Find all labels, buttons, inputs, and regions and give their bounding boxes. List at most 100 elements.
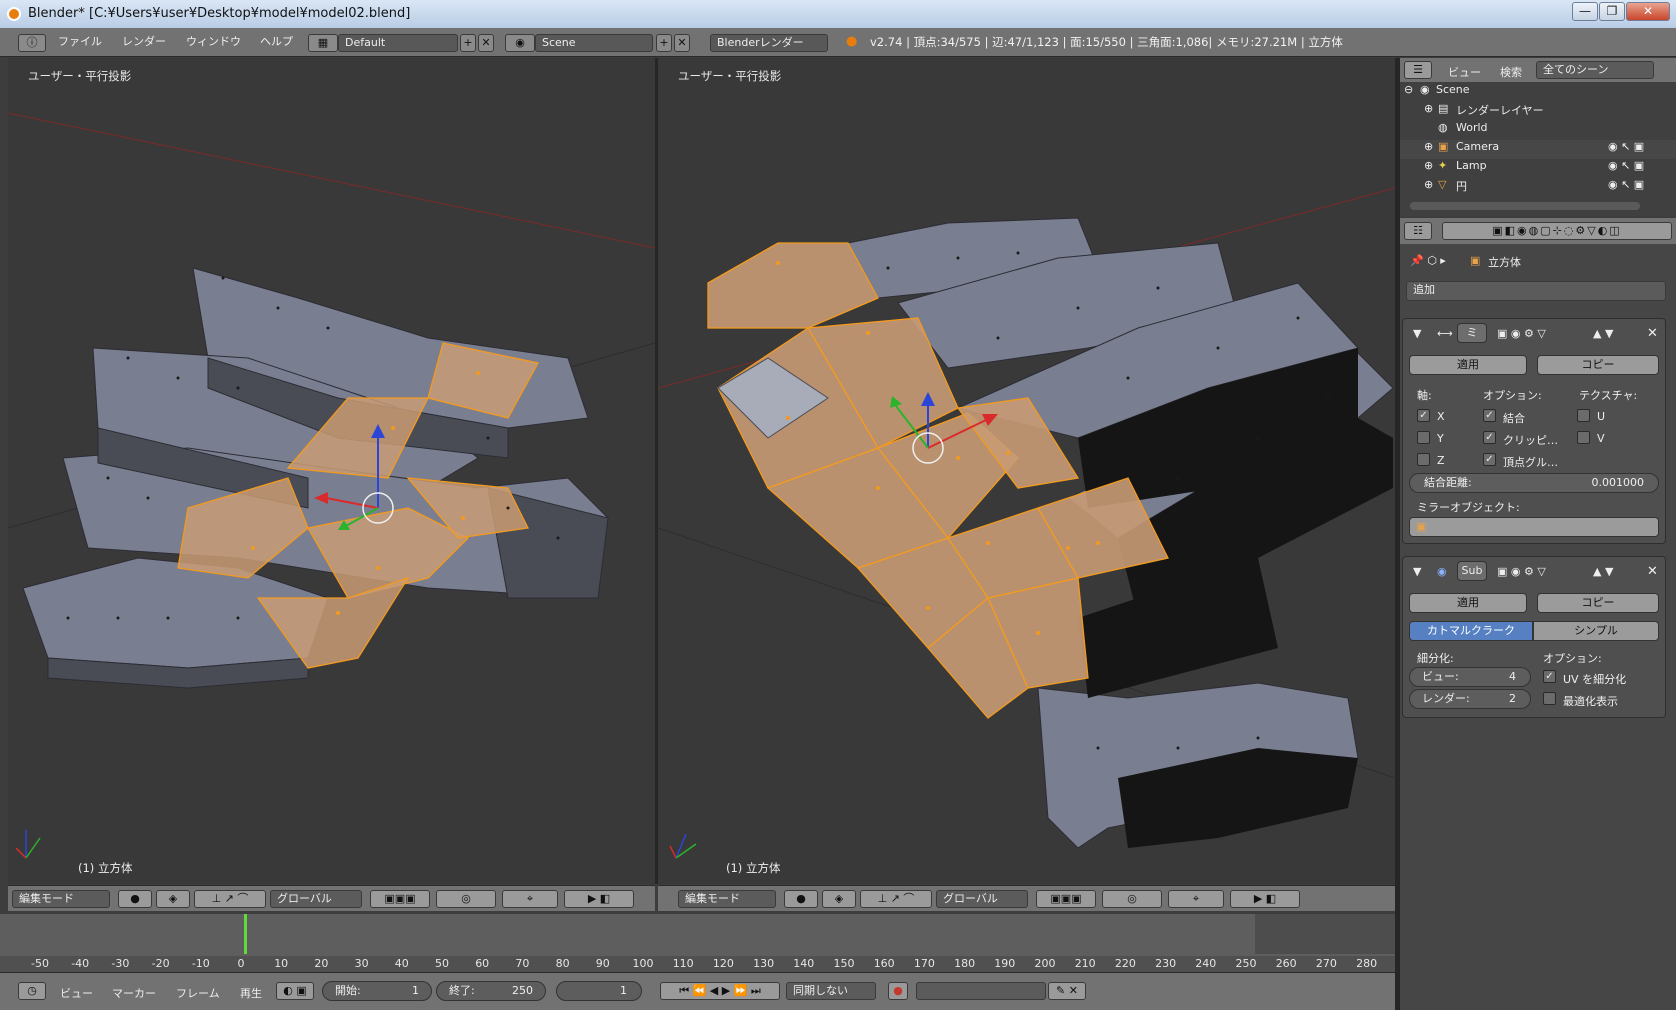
viewport-right[interactable]: ユーザー・平行投影 (1) 立方体 xyxy=(658,58,1395,884)
axis-x-checkbox[interactable]: ✓ xyxy=(1417,409,1430,422)
keyframe-buttons-icon[interactable]: ✎ ✕ xyxy=(1048,982,1086,1000)
timeline[interactable]: -50 -40 -30 -20 -10 0 10 20 30 40 50 60 70 80 90 100 110… xyxy=(0,914,1395,972)
outliner-row-render-layers[interactable]: ⊕ ▤ レンダーレイヤー xyxy=(1400,102,1676,121)
select-mode-left-icon[interactable]: ▣▣▣ xyxy=(370,890,430,908)
menu-render[interactable]: レンダー xyxy=(122,34,166,52)
subsurf-copy-button[interactable]: コピー xyxy=(1537,593,1659,613)
merge-checkbox[interactable]: ✓ xyxy=(1483,409,1496,422)
add-scene-icon[interactable]: + xyxy=(656,34,672,52)
merge-distance-field[interactable]: 結合距離: 0.001000 xyxy=(1409,473,1659,493)
optimal-display-checkbox[interactable] xyxy=(1543,692,1556,705)
visibility-eye-icon[interactable]: ◉ ↖ ▣ xyxy=(1608,159,1644,172)
manipulator-left-icon[interactable]: ⊥ ↗ ⌒ xyxy=(194,890,266,908)
outliner-row-world[interactable]: ◍ World xyxy=(1400,121,1676,140)
orientation-selector-right[interactable]: グローバル xyxy=(936,890,1028,908)
collapse-icon[interactable]: ▼ xyxy=(1413,327,1421,340)
shading-right-icon[interactable]: ● xyxy=(784,890,818,908)
timeline-editor-icon[interactable]: ◷ xyxy=(18,982,46,1000)
mesh-left[interactable] xyxy=(8,58,655,884)
catmull-clark-tab[interactable]: カトマルクラーク xyxy=(1409,621,1533,641)
mirror-modifier-name[interactable]: ミ xyxy=(1457,323,1487,343)
subsurf-modifier-name[interactable]: Sub xyxy=(1457,561,1487,581)
modifier-visibility-icons[interactable]: ▣ ◉ ⚙ ▽ xyxy=(1497,565,1546,578)
select-mode-right-icon[interactable]: ▣▣▣ xyxy=(1036,890,1096,908)
remove-layout-icon[interactable]: ✕ xyxy=(478,34,494,52)
mirror-copy-button[interactable]: コピー xyxy=(1537,355,1659,375)
properties-context-tabs-icon[interactable]: ▣◧◉◍▢⊹◌⚙▽◐◫ xyxy=(1442,222,1672,240)
proportional-right-icon[interactable]: ◎ xyxy=(1102,890,1162,908)
collapse-icon[interactable]: ▼ xyxy=(1413,565,1421,578)
texture-v-checkbox[interactable] xyxy=(1577,431,1590,444)
pivot-left-icon[interactable]: ◈ xyxy=(156,890,190,908)
current-frame-field[interactable]: 1 xyxy=(556,981,642,1001)
playback-controls-icon[interactable]: ⏮ ⏪ ◀ ▶ ⏩ ⏭ xyxy=(660,982,780,1000)
manipulator-right-icon[interactable]: ⊥ ↗ ⌒ xyxy=(860,890,932,908)
axis-z-checkbox[interactable] xyxy=(1417,453,1430,466)
end-frame-field[interactable]: 終了: 250 xyxy=(436,981,546,1001)
outliner-row-scene[interactable]: ⊖ ◉ Scene xyxy=(1400,83,1676,102)
subsurf-apply-button[interactable]: 適用 xyxy=(1409,593,1527,613)
frame-ruler[interactable]: -50 -40 -30 -20 -10 0 10 20 30 40 50 60 70 80 90 100 110… xyxy=(0,956,1395,972)
expand-icon[interactable]: ⊕ xyxy=(1424,178,1433,191)
view-levels-field[interactable]: ビュー: 4 xyxy=(1409,667,1531,687)
outliner[interactable]: ☰ ビュー 検索 全てのシーン ⊖ ◉ Scene ⊕ ▤ レンダーレイヤー ◍… xyxy=(1400,58,1676,216)
orientation-selector-left[interactable]: グローバル xyxy=(270,890,362,908)
move-up-down-icon[interactable]: ▲ ▼ xyxy=(1593,327,1613,340)
texture-u-checkbox[interactable] xyxy=(1577,409,1590,422)
outliner-row-mesh[interactable]: ⊕ ▽ 円 ◉ ↖ ▣ xyxy=(1400,178,1676,197)
add-layout-icon[interactable]: + xyxy=(460,34,476,52)
outliner-editor-icon[interactable]: ☰ xyxy=(1404,61,1432,79)
subdivide-uvs-checkbox[interactable]: ✓ xyxy=(1543,670,1556,683)
expand-icon[interactable]: ⊕ xyxy=(1424,102,1433,115)
snap-right-icon[interactable]: ⌖ xyxy=(1168,890,1224,908)
mirror-apply-button[interactable]: 適用 xyxy=(1409,355,1527,375)
proportional-left-icon[interactable]: ◎ xyxy=(436,890,496,908)
sync-mode-selector[interactable]: 同期しない xyxy=(786,982,876,1000)
visibility-eye-icon[interactable]: ◉ ↖ ▣ xyxy=(1608,178,1644,191)
mirror-object-field[interactable]: ▣ xyxy=(1409,517,1659,537)
render-engine-selector[interactable]: Blenderレンダー xyxy=(710,34,828,52)
minimize-button[interactable]: — xyxy=(1572,2,1598,21)
expand-icon[interactable]: ⊖ xyxy=(1404,83,1413,96)
maximize-button[interactable]: ❐ xyxy=(1599,2,1625,21)
keying-set-field[interactable] xyxy=(916,982,1046,1000)
timeline-menu-view[interactable]: ビュー xyxy=(60,985,93,1001)
scene-icon[interactable]: ◉ xyxy=(505,34,535,52)
remove-modifier-icon[interactable]: ✕ xyxy=(1647,564,1658,579)
render-levels-field[interactable]: レンダー: 2 xyxy=(1409,689,1531,709)
modifier-visibility-icons[interactable]: ▣ ◉ ⚙ ▽ xyxy=(1497,327,1546,340)
remove-scene-icon[interactable]: ✕ xyxy=(674,34,690,52)
render-buttons-left-icon[interactable]: ▶ ◧ xyxy=(564,890,634,908)
timeline-menu-marker[interactable]: マーカー xyxy=(112,985,156,1001)
mesh-right[interactable] xyxy=(658,58,1395,884)
outliner-row-camera[interactable]: ⊕ ▣ Camera ◉ ↖ ▣ xyxy=(1400,140,1676,159)
properties-editor-icon[interactable]: ☷ xyxy=(1404,222,1432,240)
simple-tab[interactable]: シンプル xyxy=(1533,621,1659,641)
pivot-right-icon[interactable]: ◈ xyxy=(822,890,856,908)
render-buttons-right-icon[interactable]: ▶ ◧ xyxy=(1230,890,1300,908)
outliner-row-lamp[interactable]: ⊕ ✦ Lamp ◉ ↖ ▣ xyxy=(1400,159,1676,178)
expand-icon[interactable]: ⊕ xyxy=(1424,140,1433,153)
menu-help[interactable]: ヘルプ xyxy=(260,34,293,52)
outliner-menu-search[interactable]: 検索 xyxy=(1500,64,1522,80)
keyframe-lock-icon[interactable]: ◐ ▣ xyxy=(276,982,314,1000)
axis-y-checkbox[interactable] xyxy=(1417,431,1430,444)
menu-file[interactable]: ファイル xyxy=(58,34,102,52)
remove-modifier-icon[interactable]: ✕ xyxy=(1647,326,1658,341)
editor-type-info-icon[interactable]: ⓘ xyxy=(18,34,46,52)
current-frame-marker[interactable] xyxy=(244,914,247,954)
start-frame-field[interactable]: 開始: 1 xyxy=(322,981,432,1001)
outliner-menu-view[interactable]: ビュー xyxy=(1448,64,1481,80)
visibility-eye-icon[interactable]: ◉ ↖ ▣ xyxy=(1608,140,1644,153)
outliner-filter-selector[interactable]: 全てのシーン xyxy=(1536,61,1654,79)
layout-selector[interactable]: Default xyxy=(338,34,458,52)
timeline-menu-playback[interactable]: 再生 xyxy=(240,985,262,1001)
timeline-menu-frame[interactable]: フレーム xyxy=(176,985,220,1001)
mode-selector-right[interactable]: 編集モード xyxy=(678,890,776,908)
menu-window[interactable]: ウィンドウ xyxy=(186,34,241,52)
shading-left-icon[interactable]: ● xyxy=(118,890,152,908)
record-icon[interactable]: ● xyxy=(888,982,908,1000)
viewport-left[interactable]: ユーザー・平行投影 (1) 立方体 xyxy=(8,58,655,884)
outliner-scrollbar[interactable] xyxy=(1410,202,1640,210)
pin-icon[interactable]: 📌 ⬡ ▸ xyxy=(1410,254,1446,267)
